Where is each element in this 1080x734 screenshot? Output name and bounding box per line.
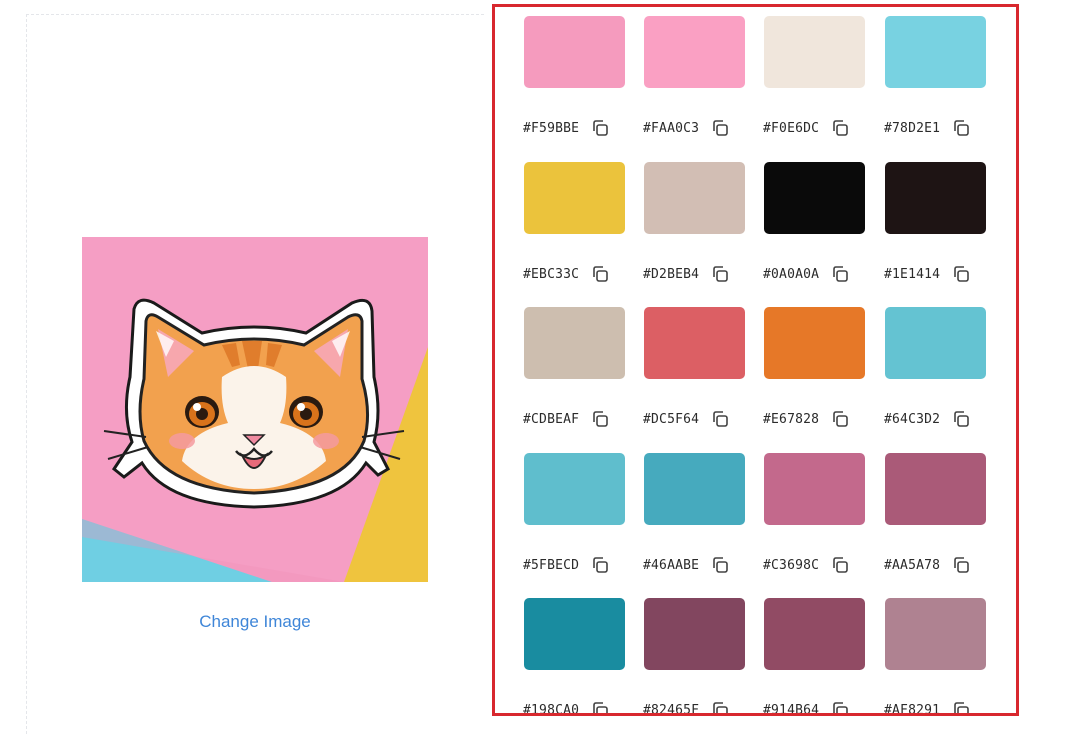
- color-hex-label: #F59BBE: [523, 120, 580, 136]
- color-hex-label: #82465F: [643, 702, 700, 716]
- cat-sticker-image: [82, 237, 428, 582]
- color-hex-row: #82465F: [643, 699, 729, 716]
- color-swatch[interactable]: [764, 162, 865, 234]
- color-hex-label: #FAA0C3: [643, 120, 700, 136]
- color-hex-row: #C3698C: [763, 554, 849, 576]
- color-swatch[interactable]: [764, 453, 865, 525]
- color-hex-row: #AF8291: [884, 699, 970, 716]
- copy-icon[interactable]: [952, 119, 970, 137]
- copy-icon[interactable]: [831, 410, 849, 428]
- color-swatch[interactable]: [524, 307, 625, 379]
- color-hex-row: #1E1414: [884, 263, 970, 285]
- color-hex-label: #914B64: [763, 702, 820, 716]
- color-swatch[interactable]: [644, 307, 745, 379]
- color-hex-row: #DC5F64: [643, 408, 729, 430]
- color-hex-row: #CDBEAF: [523, 408, 609, 430]
- color-hex-row: #E67828: [763, 408, 849, 430]
- color-hex-row: #F59BBE: [523, 117, 609, 139]
- color-hex-row: #46AABE: [643, 554, 729, 576]
- color-swatch[interactable]: [885, 162, 986, 234]
- copy-icon[interactable]: [711, 119, 729, 137]
- color-swatch[interactable]: [885, 307, 986, 379]
- color-hex-label: #AF8291: [884, 702, 941, 716]
- copy-icon[interactable]: [711, 556, 729, 574]
- color-swatch[interactable]: [885, 598, 986, 670]
- copy-icon[interactable]: [591, 556, 609, 574]
- color-swatch[interactable]: [644, 453, 745, 525]
- copy-icon[interactable]: [711, 410, 729, 428]
- copy-icon[interactable]: [952, 265, 970, 283]
- color-hex-label: #1E1414: [884, 266, 941, 282]
- color-hex-row: #D2BEB4: [643, 263, 729, 285]
- color-hex-row: #F0E6DC: [763, 117, 849, 139]
- color-hex-label: #0A0A0A: [763, 266, 820, 282]
- color-hex-label: #EBC33C: [523, 266, 580, 282]
- color-hex-label: #DC5F64: [643, 411, 700, 427]
- color-hex-row: #64C3D2: [884, 408, 970, 430]
- copy-icon[interactable]: [711, 701, 729, 713]
- color-swatch[interactable]: [885, 16, 986, 88]
- color-swatch[interactable]: [524, 598, 625, 670]
- color-swatch[interactable]: [524, 16, 625, 88]
- copy-icon[interactable]: [952, 556, 970, 574]
- color-hex-row: #5FBECD: [523, 554, 609, 576]
- color-hex-label: #E67828: [763, 411, 820, 427]
- copy-icon[interactable]: [831, 265, 849, 283]
- color-swatch[interactable]: [764, 16, 865, 88]
- color-hex-label: #D2BEB4: [643, 266, 700, 282]
- color-hex-row: #198CA0: [523, 699, 609, 716]
- color-hex-label: #46AABE: [643, 557, 700, 573]
- copy-icon[interactable]: [591, 410, 609, 428]
- color-hex-label: #198CA0: [523, 702, 580, 716]
- color-hex-row: #FAA0C3: [643, 117, 729, 139]
- color-swatch[interactable]: [764, 307, 865, 379]
- copy-icon[interactable]: [831, 556, 849, 574]
- color-hex-label: #78D2E1: [884, 120, 941, 136]
- color-swatch[interactable]: [644, 598, 745, 670]
- copy-icon[interactable]: [952, 410, 970, 428]
- copy-icon[interactable]: [831, 119, 849, 137]
- color-hex-label: #AA5A78: [884, 557, 941, 573]
- copy-icon[interactable]: [591, 119, 609, 137]
- color-hex-row: #78D2E1: [884, 117, 970, 139]
- color-hex-label: #64C3D2: [884, 411, 941, 427]
- copy-icon[interactable]: [831, 701, 849, 713]
- color-hex-row: #914B64: [763, 699, 849, 716]
- change-image-link[interactable]: Change Image: [160, 612, 350, 632]
- uploaded-image-preview: [82, 237, 428, 582]
- color-swatch[interactable]: [644, 162, 745, 234]
- color-palette-panel: #F59BBE #FAA0C3 #F0E6DC #78D2E1 #EBC33C #D2BE…: [492, 4, 1019, 716]
- copy-icon[interactable]: [591, 265, 609, 283]
- color-hex-label: #F0E6DC: [763, 120, 820, 136]
- color-swatch[interactable]: [644, 16, 745, 88]
- color-hex-row: #EBC33C: [523, 263, 609, 285]
- copy-icon[interactable]: [952, 701, 970, 713]
- color-hex-label: #CDBEAF: [523, 411, 580, 427]
- color-swatch[interactable]: [524, 453, 625, 525]
- color-hex-label: #5FBECD: [523, 557, 580, 573]
- color-hex-label: #C3698C: [763, 557, 820, 573]
- color-swatch[interactable]: [885, 453, 986, 525]
- copy-icon[interactable]: [711, 265, 729, 283]
- color-swatch[interactable]: [764, 598, 865, 670]
- copy-icon[interactable]: [591, 701, 609, 713]
- color-swatch[interactable]: [524, 162, 625, 234]
- color-hex-row: #0A0A0A: [763, 263, 849, 285]
- color-hex-row: #AA5A78: [884, 554, 970, 576]
